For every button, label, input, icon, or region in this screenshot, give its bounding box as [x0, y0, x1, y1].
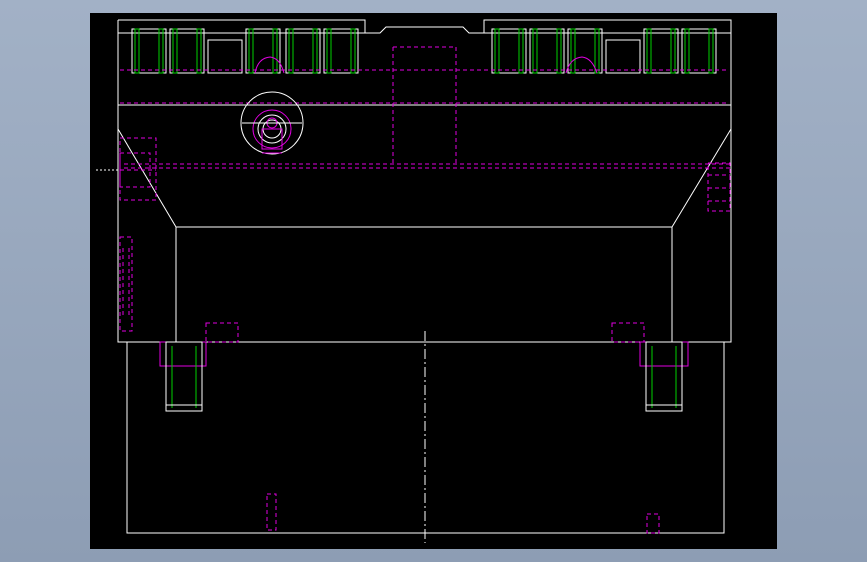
mold-body: [117, 19, 732, 343]
top-screw-row-left: [131, 28, 359, 74]
top-screw-row-right: [491, 28, 717, 74]
cad-viewport[interactable]: [90, 13, 777, 549]
center-lines: [96, 169, 426, 543]
bolt-left: [159, 341, 207, 412]
cavity-chamfer: [117, 128, 732, 228]
round-feature: [240, 91, 304, 155]
mold-assembly-drawing: [96, 19, 732, 543]
bolt-right: [639, 341, 689, 412]
mold-body-outline: [117, 19, 732, 343]
